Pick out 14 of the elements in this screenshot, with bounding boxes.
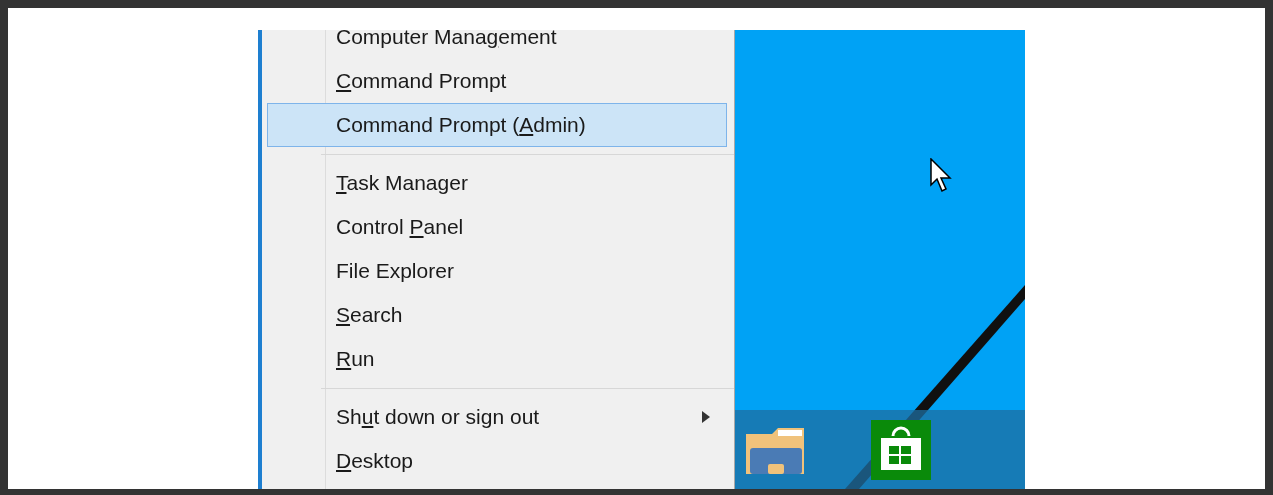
cursor-icon: [930, 158, 954, 194]
menu-item[interactable]: Task Manager: [267, 161, 727, 205]
submenu-arrow-icon: [702, 411, 710, 423]
menu-item[interactable]: Desktop: [267, 439, 727, 483]
menu-item[interactable]: Computer Management: [267, 30, 727, 59]
menu-item[interactable]: Command Prompt: [267, 59, 727, 103]
menu-item[interactable]: Run: [267, 337, 727, 381]
store-icon[interactable]: [871, 419, 931, 480]
menu-item[interactable]: Shut down or sign out: [267, 395, 727, 439]
menu-item[interactable]: Command Prompt (Admin): [267, 103, 727, 147]
menu-item[interactable]: Control Panel: [267, 205, 727, 249]
menu-item[interactable]: Search: [267, 293, 727, 337]
menu-item[interactable]: File Explorer: [267, 249, 727, 293]
folder-icon[interactable]: [746, 425, 806, 474]
